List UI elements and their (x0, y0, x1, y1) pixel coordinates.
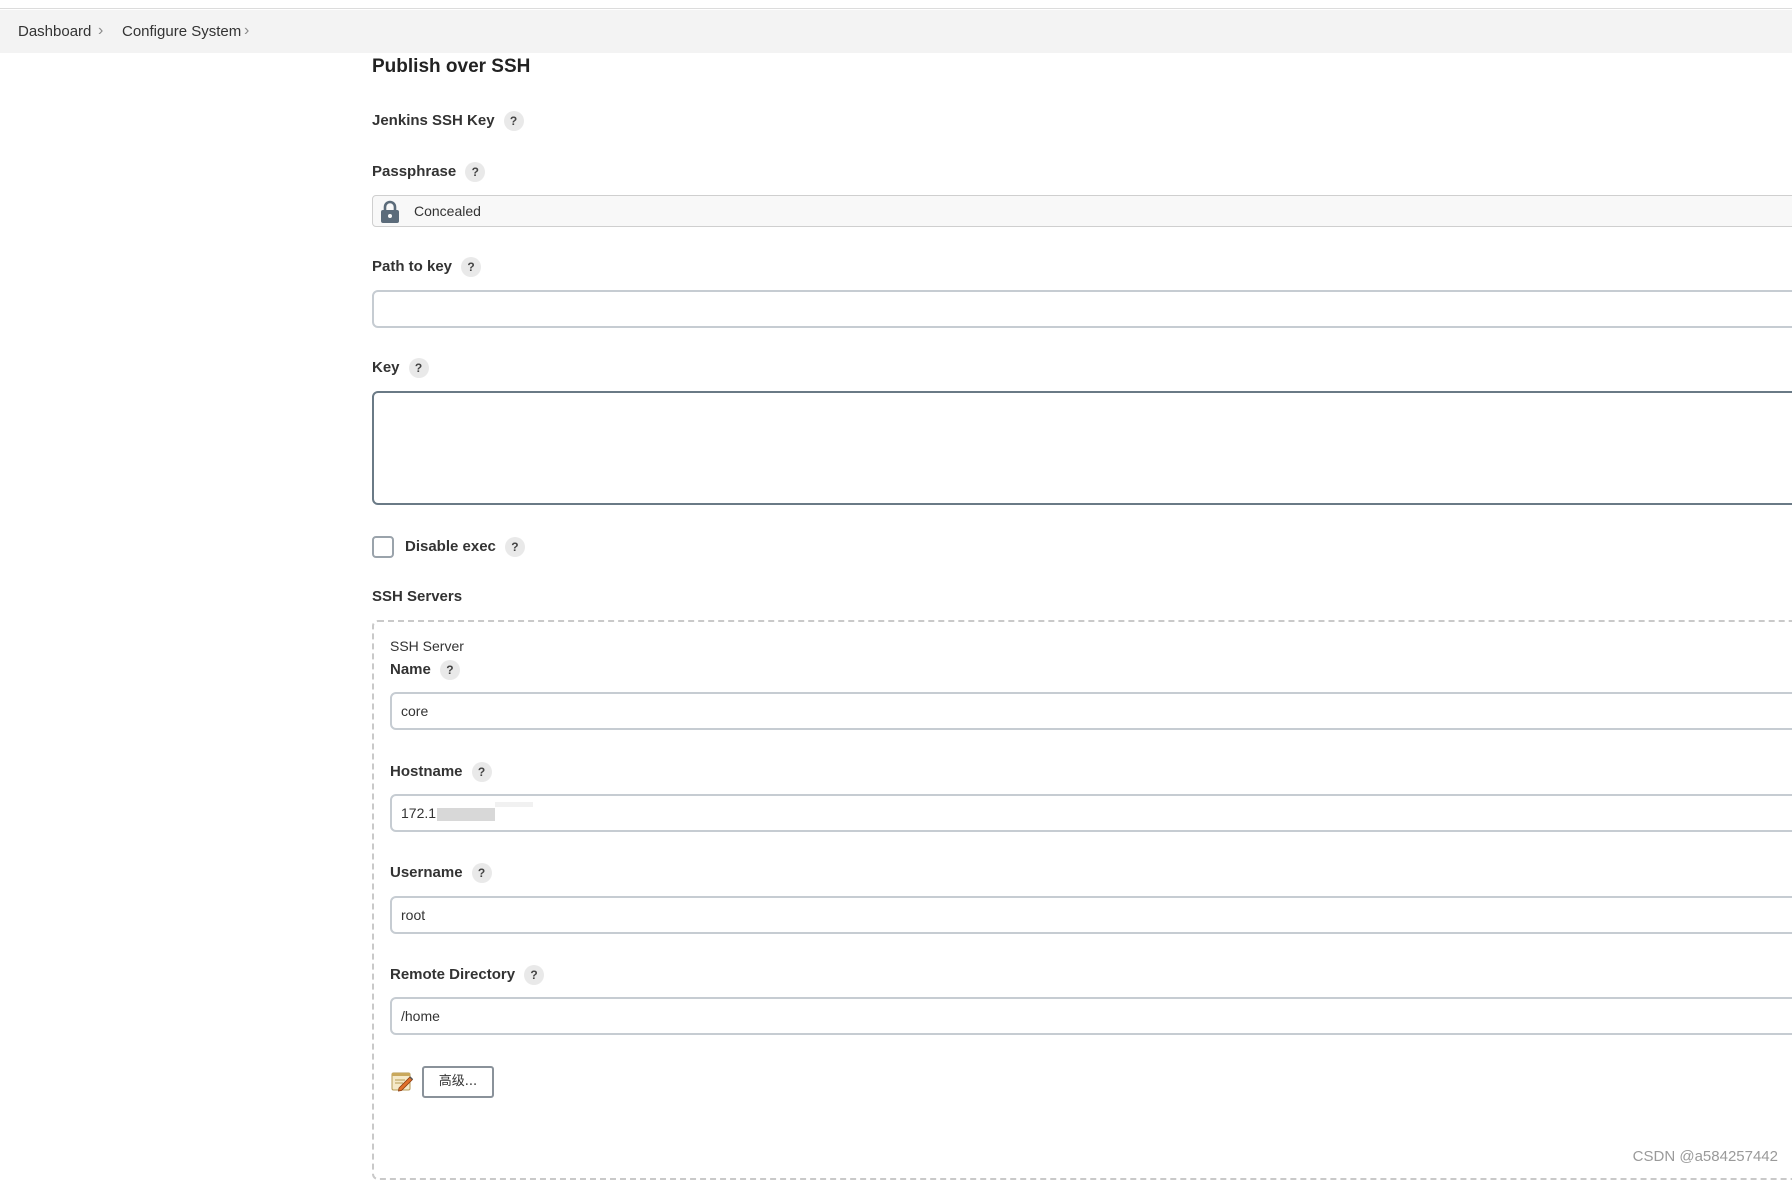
remote-directory-label-text: Remote Directory (390, 966, 516, 983)
server-name-label: Name? (390, 659, 460, 681)
path-to-key-label: Path to key? (372, 256, 482, 278)
server-name-input[interactable]: core (390, 692, 1792, 730)
breadcrumb-item-dashboard[interactable]: Dashboard (18, 10, 91, 53)
jenkins-ssh-key-label-text: Jenkins SSH Key (372, 112, 495, 129)
breadcrumb: Dashboard › Configure System › (0, 10, 1792, 53)
watermark: CSDN @a584257442 (1632, 1148, 1778, 1165)
remote-directory-input[interactable]: /home (390, 997, 1792, 1035)
server-name-label-text: Name (390, 661, 431, 678)
hostname-input[interactable]: 172.1 (390, 794, 1792, 832)
passphrase-label: Passphrase? (372, 161, 486, 183)
help-icon[interactable]: ? (439, 660, 460, 681)
passphrase-label-text: Passphrase (372, 163, 457, 180)
help-icon[interactable]: ? (465, 162, 486, 183)
section-title: Publish over SSH (372, 56, 531, 77)
hostname-label: Hostname? (390, 761, 492, 783)
breadcrumb-chevron-icon[interactable]: › (244, 10, 249, 53)
path-to-key-input[interactable] (372, 290, 1792, 328)
help-icon[interactable]: ? (524, 965, 545, 986)
disable-exec-label: Disable exec? (405, 536, 525, 558)
key-textarea[interactable] (372, 391, 1792, 505)
help-icon[interactable]: ? (461, 257, 482, 278)
remote-directory-label: Remote Directory? (390, 964, 545, 986)
hostname-label-text: Hostname (390, 763, 463, 780)
username-label: Username? (390, 862, 492, 884)
passphrase-concealed-field[interactable]: Concealed (372, 195, 1792, 227)
disable-exec-label-text: Disable exec (405, 538, 496, 555)
help-icon[interactable]: ? (408, 358, 429, 379)
help-icon[interactable]: ? (471, 762, 492, 783)
passphrase-concealed-text: Concealed (414, 203, 481, 219)
disable-exec-checkbox[interactable] (372, 536, 394, 558)
notepad-pencil-icon[interactable] (390, 1069, 414, 1093)
lock-icon (381, 200, 399, 223)
help-icon[interactable]: ? (504, 537, 525, 558)
key-label: Key? (372, 357, 429, 379)
breadcrumb-chevron-icon[interactable]: › (98, 10, 103, 53)
username-input[interactable]: root (390, 896, 1792, 934)
key-label-text: Key (372, 359, 400, 376)
redaction-mask (437, 807, 496, 821)
advanced-button[interactable]: 高级... (422, 1066, 494, 1098)
ssh-server-header: SSH Server (390, 638, 464, 654)
ssh-servers-label: SSH Servers (372, 588, 463, 605)
username-label-text: Username (390, 864, 463, 881)
hostname-value: 172.1 (401, 805, 437, 821)
help-icon[interactable]: ? (503, 111, 524, 132)
jenkins-ssh-key-label: Jenkins SSH Key? (372, 110, 524, 132)
help-icon[interactable]: ? (471, 863, 492, 884)
path-to-key-label-text: Path to key (372, 258, 453, 275)
redaction-mask-fade (495, 802, 534, 807)
breadcrumb-item-configure-system[interactable]: Configure System (122, 10, 241, 53)
top-divider (0, 0, 1792, 9)
